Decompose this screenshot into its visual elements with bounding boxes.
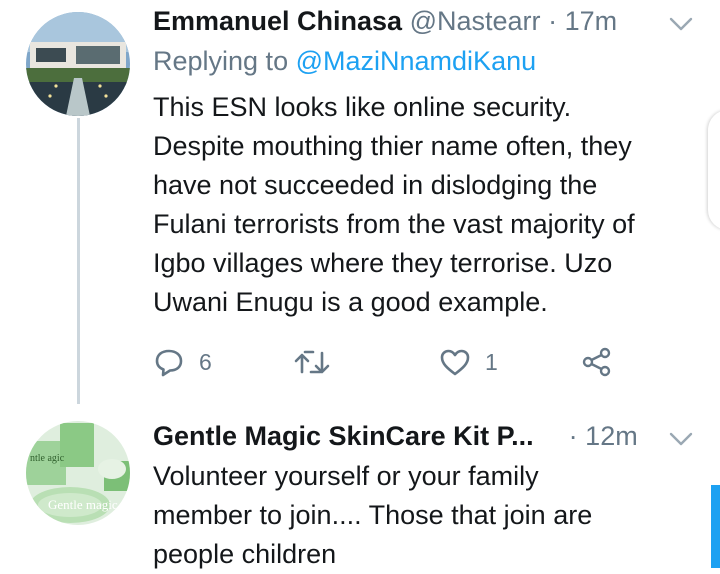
replying-to-label: Replying to (153, 46, 289, 76)
display-name[interactable]: Emmanuel Chinasa (153, 6, 402, 36)
replying-to: Replying to @MaziNnamdiKanu (153, 46, 536, 77)
avatar-label-left: ntle agic (30, 453, 65, 464)
tweet-header: Gentle Magic SkinCare Kit P... · 12m (153, 421, 638, 452)
avatar-house-image (26, 12, 130, 116)
like-icon (440, 349, 470, 376)
avatar-label-soap: Gentle magic (48, 497, 118, 512)
scrollbar-thumb[interactable] (711, 485, 720, 568)
avatar[interactable] (26, 12, 130, 116)
avatar[interactable]: ntle agic Gentle magic (26, 421, 130, 525)
tweet-text: Volunteer yourself or your family member… (153, 461, 593, 569)
tweet-header: Emmanuel Chinasa @Nastearr · 17m (153, 6, 617, 37)
like-button[interactable]: 1 (439, 342, 498, 382)
display-name[interactable]: Gentle Magic SkinCare Kit P... (153, 421, 534, 451)
reply-button[interactable]: 6 (153, 342, 212, 382)
reply-icon (155, 349, 183, 377)
like-count: 1 (485, 348, 498, 375)
separator-dot: · (568, 421, 578, 451)
thread-line (77, 118, 80, 404)
chevron-down-icon[interactable] (668, 429, 694, 449)
share-icon (582, 347, 611, 377)
chevron-down-icon[interactable] (668, 14, 694, 34)
reply-count: 6 (199, 348, 212, 375)
tweet-text: This ESN looks like online security. Des… (153, 92, 635, 317)
tweet[interactable]: ntle agic Gentle magic Gentle Magic Skin… (0, 405, 720, 569)
tweet-actions: 6 1 (153, 342, 633, 382)
floating-panel-edge (708, 110, 720, 230)
timestamp[interactable]: 12m (585, 421, 638, 451)
username[interactable]: @Nastearr (410, 6, 541, 36)
mention-link[interactable]: @MaziNnamdiKanu (296, 46, 537, 76)
timestamp[interactable]: 17m (565, 6, 618, 36)
retweet-button[interactable] (293, 342, 331, 382)
separator-dot: · (548, 6, 558, 36)
share-button[interactable] (581, 342, 613, 382)
avatar-product-image: ntle agic Gentle magic (26, 421, 130, 525)
tweet[interactable]: Emmanuel Chinasa @Nastearr · 17m Replyin… (0, 0, 720, 405)
retweet-icon (294, 350, 330, 374)
